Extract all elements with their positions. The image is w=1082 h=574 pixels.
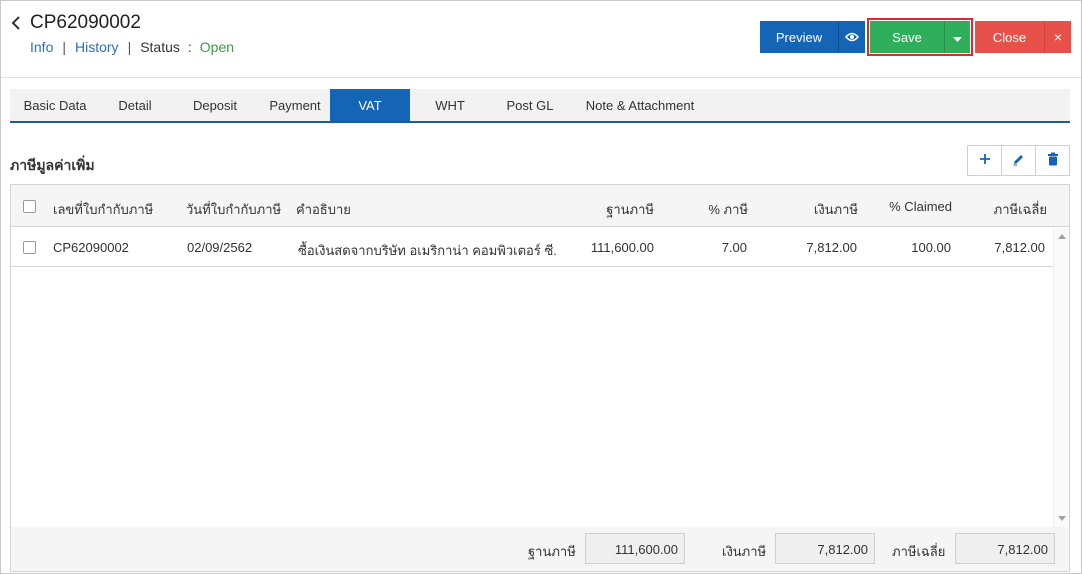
save-options-button[interactable] — [944, 21, 970, 53]
status-value: Open — [199, 39, 235, 55]
table-row[interactable]: CP62090002 02/09/2562 ซื้อเงินสดจากบริษั… — [11, 228, 1053, 267]
table-scrollbar[interactable] — [1053, 228, 1069, 527]
tab-basic-data[interactable]: Basic Data — [10, 89, 100, 121]
cell-invoice-date: 02/09/2562 — [187, 240, 253, 255]
tab-note-attachment[interactable]: Note & Attachment — [570, 89, 710, 121]
col-description[interactable]: คำอธิบาย — [296, 199, 351, 220]
plus-icon — [979, 153, 991, 168]
total-tax-amount-label: เงินภาษี — [722, 544, 767, 559]
add-button[interactable] — [967, 145, 1002, 176]
col-invoice-no[interactable]: เลขที่ใบกำกับภาษี — [53, 199, 153, 220]
col-tax-base[interactable]: ฐานภาษี — [561, 199, 654, 220]
vat-table: เลขที่ใบกำกับภาษี วันที่ใบกำกับภาษี คำอธ… — [10, 184, 1070, 528]
document-number: CP62090002 — [30, 12, 141, 33]
total-tax-amount-field: 7,812.00 — [775, 533, 875, 564]
edit-button[interactable] — [1001, 145, 1036, 176]
nav-separator: | — [127, 39, 132, 55]
cell-tax-base: 111,600.00 — [590, 240, 654, 255]
trash-icon — [1047, 152, 1059, 169]
scroll-up-arrow-icon[interactable] — [1058, 234, 1066, 239]
back-chevron-icon[interactable] — [9, 14, 23, 32]
tab-detail[interactable]: Detail — [100, 89, 170, 121]
col-tax-pct[interactable]: % ภาษี — [671, 199, 748, 220]
tab-post-gl[interactable]: Post GL — [490, 89, 570, 121]
preview-button[interactable]: Preview — [760, 21, 838, 53]
save-button[interactable]: Save — [870, 21, 944, 53]
history-link[interactable]: History — [75, 39, 119, 55]
tab-wht[interactable]: WHT — [410, 89, 490, 121]
preview-eye-button[interactable] — [838, 21, 865, 53]
status-colon: : — [187, 39, 192, 55]
document-subnav: Info | History | Status : Open — [30, 39, 234, 55]
total-tax-base-field: 111,600.00 — [585, 533, 685, 564]
tab-bar: Basic Data Detail Deposit Payment VAT WH… — [10, 89, 1070, 123]
select-all-checkbox[interactable] — [23, 200, 36, 213]
tab-deposit[interactable]: Deposit — [170, 89, 260, 121]
cell-avg-tax: 7,812.00 — [994, 240, 1045, 255]
total-avg-tax-field: 7,812.00 — [955, 533, 1055, 564]
delete-button[interactable] — [1035, 145, 1070, 176]
eye-icon — [844, 30, 860, 45]
nav-separator: | — [62, 39, 66, 55]
header-divider — [1, 77, 1081, 78]
close-button[interactable]: Close — [975, 21, 1044, 53]
col-avg-tax[interactable]: ภาษีเฉลี่ย — [961, 199, 1047, 220]
total-avg-tax-label: ภาษีเฉลี่ย — [892, 544, 946, 559]
col-invoice-date[interactable]: วันที่ใบกำกับภาษี — [186, 199, 281, 220]
info-link[interactable]: Info — [30, 39, 53, 55]
pencil-icon — [1012, 153, 1025, 169]
cell-claimed-pct: 100.00 — [911, 240, 951, 255]
col-tax-amount[interactable]: เงินภาษี — [761, 199, 858, 220]
tab-payment[interactable]: Payment — [260, 89, 330, 121]
close-x-button[interactable]: × — [1044, 21, 1071, 53]
section-title: ภาษีมูลค่าเพิ่ม — [10, 157, 95, 173]
cell-tax-amount: 7,812.00 — [806, 240, 857, 255]
cell-tax-pct: 7.00 — [721, 240, 747, 255]
row-checkbox[interactable] — [23, 241, 36, 254]
totals-footer: ฐานภาษี 111,600.00 เงินภาษี 7,812.00 ภาษ… — [10, 527, 1070, 572]
cell-invoice-no: CP62090002 — [53, 240, 129, 255]
cell-description: ซื้อเงินสดจากบริษัท อเมริกาน่า คอมพิวเตอ… — [298, 243, 558, 258]
caret-down-icon — [953, 30, 962, 45]
tab-vat[interactable]: VAT — [330, 89, 410, 121]
close-icon: × — [1053, 29, 1063, 45]
col-claimed-pct[interactable]: % Claimed — [871, 199, 952, 214]
table-header: เลขที่ใบกำกับภาษี วันที่ใบกำกับภาษี คำอธ… — [11, 185, 1069, 227]
total-tax-base-label: ฐานภาษี — [528, 544, 576, 559]
scroll-down-arrow-icon[interactable] — [1058, 516, 1066, 521]
status-label: Status — [140, 39, 180, 55]
